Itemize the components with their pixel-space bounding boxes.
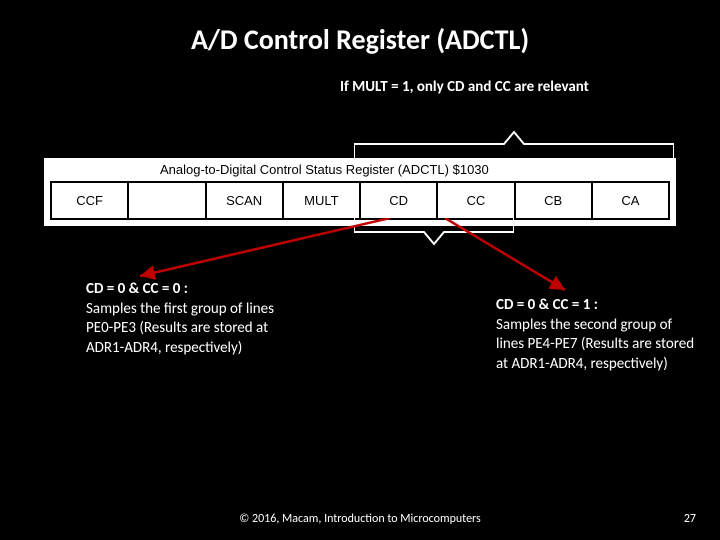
block-left-heading: CD = 0 & CC = 0 : — [86, 280, 188, 298]
arrow-right — [440, 218, 580, 298]
bit-cb: CB — [516, 183, 593, 218]
note-mult: If MULT = 1, only CD and CC are relevant — [340, 78, 600, 97]
footer-copyright: © 2016, Macam, Introduction to Microcomp… — [0, 512, 720, 526]
page-title: A/D Control Register (ADCTL) — [0, 22, 720, 57]
block-cd0-cc1: CD = 0 & CC = 1 : Samples the second gro… — [496, 296, 696, 374]
bracket-top — [354, 124, 674, 158]
register-caption: Analog-to-Digital Control Status Registe… — [160, 162, 670, 177]
block-cd0-cc0: CD = 0 & CC = 0 : Samples the first grou… — [86, 280, 286, 358]
register-table: CCF SCAN MULT CD CC CB CA — [50, 181, 670, 220]
block-left-body: Samples the first group of lines PE0-PE3… — [86, 300, 274, 357]
page-number: 27 — [684, 512, 696, 526]
bit-scan: SCAN — [207, 183, 284, 218]
arrow-left — [130, 218, 400, 283]
bit-ca: CA — [593, 183, 668, 218]
block-right-body: Samples the second group of lines PE4-PE… — [496, 316, 694, 373]
bit-ccf: CCF — [52, 183, 129, 218]
bit-mult: MULT — [284, 183, 361, 218]
bit-empty — [129, 183, 206, 218]
register-diagram: Analog-to-Digital Control Status Registe… — [44, 158, 676, 226]
block-right-heading: CD = 0 & CC = 1 : — [496, 296, 598, 314]
bit-cc: CC — [438, 183, 515, 218]
bit-cd: CD — [361, 183, 438, 218]
